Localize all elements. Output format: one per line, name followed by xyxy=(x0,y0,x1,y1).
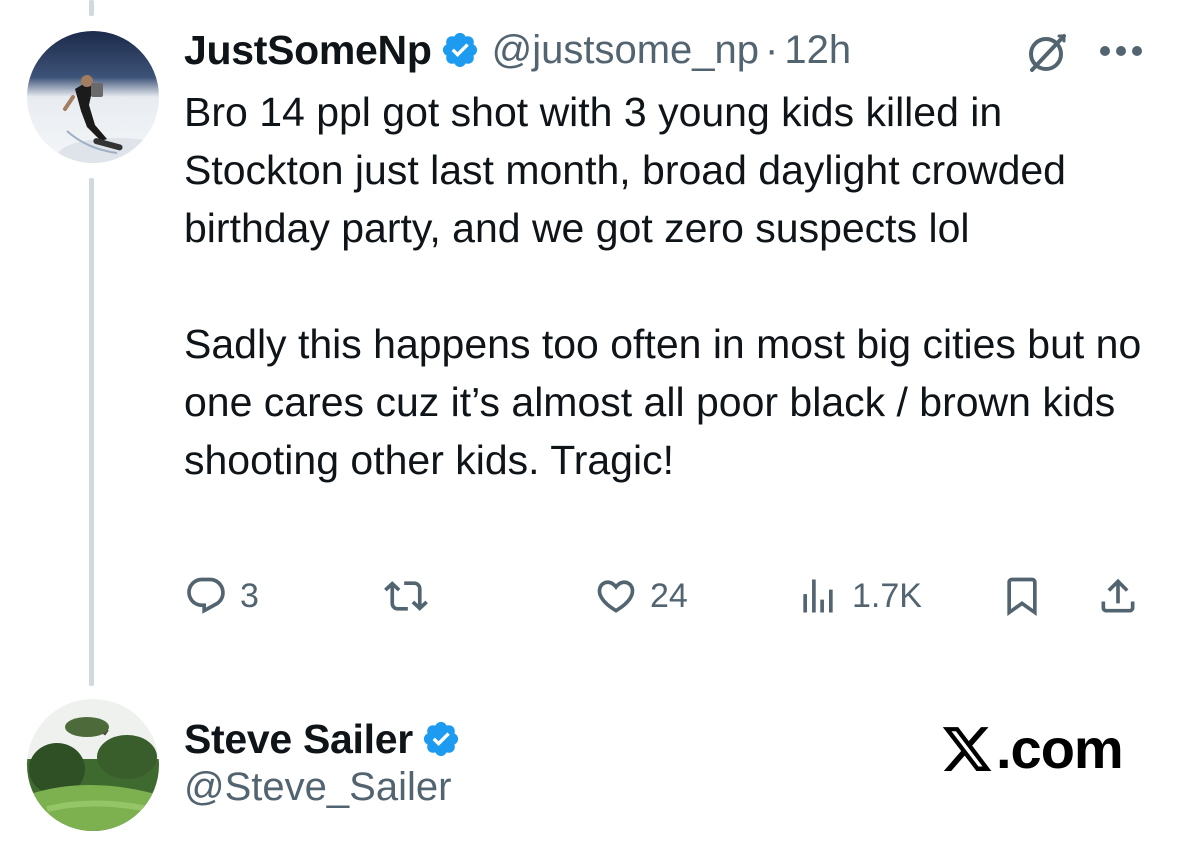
like-count: 24 xyxy=(650,576,688,615)
tweet-header: JustSomeNp @justsome_np · 12h xyxy=(184,22,851,78)
views-icon xyxy=(803,579,833,613)
grok-icon[interactable] xyxy=(1024,30,1070,76)
bookmark-button[interactable] xyxy=(1000,570,1044,622)
bookmark-icon xyxy=(1007,577,1037,617)
thread-line-top xyxy=(89,0,94,16)
more-icon[interactable] xyxy=(1098,44,1144,58)
reply-author-handle[interactable]: @Steve_Sailer xyxy=(184,765,451,810)
author-avatar[interactable] xyxy=(27,31,159,163)
author-handle[interactable]: @justsome_np xyxy=(492,28,759,73)
repost-icon xyxy=(384,581,428,611)
separator-dot: · xyxy=(765,27,779,72)
tweet-paragraph: Sadly this happens too often in most big… xyxy=(184,321,1142,483)
author-display-name[interactable]: JustSomeNp xyxy=(184,27,432,74)
x-com-brand: .com xyxy=(940,716,1124,781)
heart-icon xyxy=(597,580,635,613)
tweet-action-bar: 3 24 1.7K xyxy=(184,570,1144,622)
like-button[interactable]: 24 xyxy=(594,570,688,622)
reply-count: 3 xyxy=(240,576,259,615)
views-button[interactable]: 1.7K xyxy=(796,570,922,622)
golf-course-avatar-image xyxy=(27,699,159,831)
share-button[interactable] xyxy=(1096,570,1140,622)
share-icon xyxy=(1101,578,1135,613)
x-logo-icon xyxy=(942,726,992,771)
reply-icon xyxy=(187,577,225,614)
tweet-text: Bro 14 ppl got shot with 3 young kids ki… xyxy=(184,83,1144,489)
snowboarder-avatar-image xyxy=(27,31,159,163)
reply-button[interactable]: 3 xyxy=(184,570,259,622)
reply-author-header: Steve Sailer xyxy=(184,712,461,766)
tweet-timestamp[interactable]: 12h xyxy=(784,28,851,73)
repost-button[interactable] xyxy=(384,570,440,622)
reply-author-avatar[interactable] xyxy=(27,699,159,831)
thread-connector-line xyxy=(89,178,94,686)
brand-suffix: .com xyxy=(996,717,1124,780)
verified-badge-icon[interactable] xyxy=(440,30,480,70)
reply-author-display-name[interactable]: Steve Sailer xyxy=(184,716,413,763)
verified-badge-icon[interactable] xyxy=(421,719,461,759)
views-count: 1.7K xyxy=(852,576,922,615)
tweet-paragraph: Bro 14 ppl got shot with 3 young kids ki… xyxy=(184,89,1066,251)
